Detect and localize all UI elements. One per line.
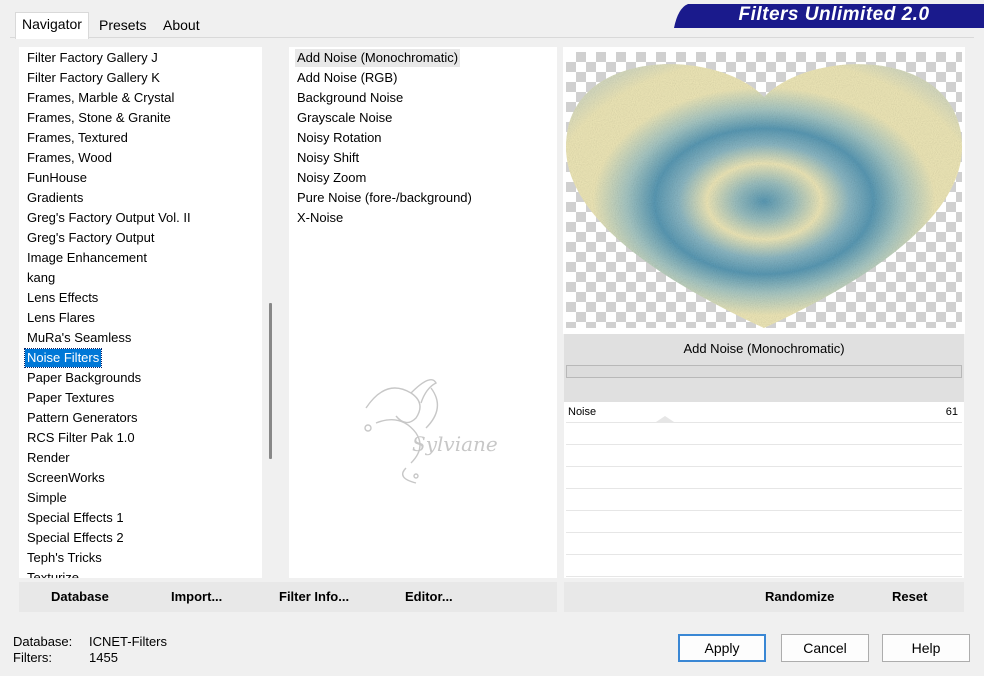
left-button-bar: Database Import... Filter Info... Editor… [19, 582, 557, 612]
category-item[interactable]: ScreenWorks [25, 469, 107, 487]
right-button-bar: Randomize Reset [564, 582, 964, 612]
filter-item[interactable]: Add Noise (Monochromatic) [295, 49, 461, 67]
parameter-row-empty [566, 534, 962, 555]
randomize-button[interactable]: Randomize [765, 582, 834, 612]
filter-item[interactable]: Noisy Rotation [295, 129, 384, 147]
cancel-button[interactable]: Cancel [781, 634, 869, 662]
category-item[interactable]: Special Effects 2 [25, 529, 126, 547]
editor-button[interactable]: Editor... [405, 582, 453, 612]
category-item[interactable]: Greg's Factory Output [25, 229, 156, 247]
filters-unlimited-banner: Filters Unlimited 2.0 [674, 2, 984, 28]
category-item[interactable]: Frames, Wood [25, 149, 114, 167]
category-item[interactable]: Teph's Tricks [25, 549, 104, 567]
tab-navigator[interactable]: Navigator [15, 12, 89, 39]
import-button[interactable]: Import... [171, 582, 222, 612]
category-item[interactable]: Simple [25, 489, 69, 507]
filters-count-value: 1455 [89, 650, 118, 665]
category-item[interactable]: Frames, Stone & Granite [25, 109, 173, 127]
selected-filter-title: Add Noise (Monochromatic) [566, 336, 962, 362]
tab-presets[interactable]: Presets [93, 14, 152, 37]
category-item[interactable]: Special Effects 1 [25, 509, 126, 527]
category-item[interactable]: Gradients [25, 189, 85, 207]
tab-strip-line [10, 37, 974, 38]
category-item[interactable]: Texturize [25, 569, 81, 578]
category-item[interactable]: Frames, Marble & Crystal [25, 89, 176, 107]
parameter-row-noise[interactable]: Noise 61 [566, 402, 962, 423]
category-item[interactable]: Lens Effects [25, 289, 100, 307]
database-label: Database: [13, 634, 73, 649]
category-item[interactable]: Frames, Textured [25, 129, 130, 147]
category-item[interactable]: Pattern Generators [25, 409, 140, 427]
parameter-row-empty [566, 512, 962, 533]
filter-item[interactable]: Noisy Zoom [295, 169, 368, 187]
watermark-signature: Sylviane [356, 368, 506, 488]
parameter-row-empty [566, 468, 962, 489]
category-item[interactable]: Lens Flares [25, 309, 97, 327]
category-item[interactable]: MuRa's Seamless [25, 329, 133, 347]
parameter-row-empty [566, 490, 962, 511]
parameter-panel: Noise 61 [564, 402, 964, 578]
filter-item[interactable]: Noisy Shift [295, 149, 361, 167]
category-item[interactable]: Greg's Factory Output Vol. II [25, 209, 193, 227]
help-button[interactable]: Help [882, 634, 970, 662]
parameter-row-empty [566, 424, 962, 445]
category-item[interactable]: Filter Factory Gallery K [25, 69, 162, 87]
database-button[interactable]: Database [51, 582, 109, 612]
category-item[interactable]: kang [25, 269, 57, 287]
parameter-value: 61 [945, 406, 958, 418]
apply-button[interactable]: Apply [678, 634, 766, 662]
category-item[interactable]: FunHouse [25, 169, 89, 187]
category-item[interactable]: Filter Factory Gallery J [25, 49, 160, 67]
filter-item[interactable]: X-Noise [295, 209, 345, 227]
category-scrollbar[interactable] [262, 47, 279, 578]
category-item[interactable]: Render [25, 449, 72, 467]
category-item[interactable]: Paper Textures [25, 389, 116, 407]
watermark-text: Sylviane [412, 432, 498, 456]
preview-image[interactable] [566, 52, 962, 328]
tab-about[interactable]: About [157, 14, 206, 37]
banner-title: Filters Unlimited 2.0 [738, 4, 930, 25]
category-list[interactable]: Filter Factory Gallery J Filter Factory G… [19, 47, 279, 578]
parameter-label: Noise [568, 406, 597, 418]
category-item[interactable]: Image Enhancement [25, 249, 149, 267]
progress-bar [566, 365, 962, 378]
heart-shape [566, 64, 962, 328]
filter-list[interactable]: Add Noise (Monochromatic) Add Noise (RGB)… [289, 47, 557, 578]
category-item[interactable]: Paper Backgrounds [25, 369, 143, 387]
filter-item[interactable]: Add Noise (RGB) [295, 69, 399, 87]
filter-item[interactable]: Background Noise [295, 89, 405, 107]
reset-button[interactable]: Reset [892, 582, 927, 612]
category-scroll-thumb[interactable] [269, 303, 272, 459]
filter-item[interactable]: Grayscale Noise [295, 109, 394, 127]
slider-marker-icon[interactable] [656, 416, 674, 422]
parameter-row-empty [566, 446, 962, 467]
filters-count-label: Filters: [13, 650, 52, 665]
category-item[interactable]: Noise Filters [23, 348, 103, 368]
filter-item[interactable]: Pure Noise (fore-/background) [295, 189, 474, 207]
category-item[interactable]: RCS Filter Pak 1.0 [25, 429, 137, 447]
database-value: ICNET-Filters [89, 634, 167, 649]
parameter-row-empty [566, 556, 962, 577]
filter-info-button[interactable]: Filter Info... [279, 582, 349, 612]
